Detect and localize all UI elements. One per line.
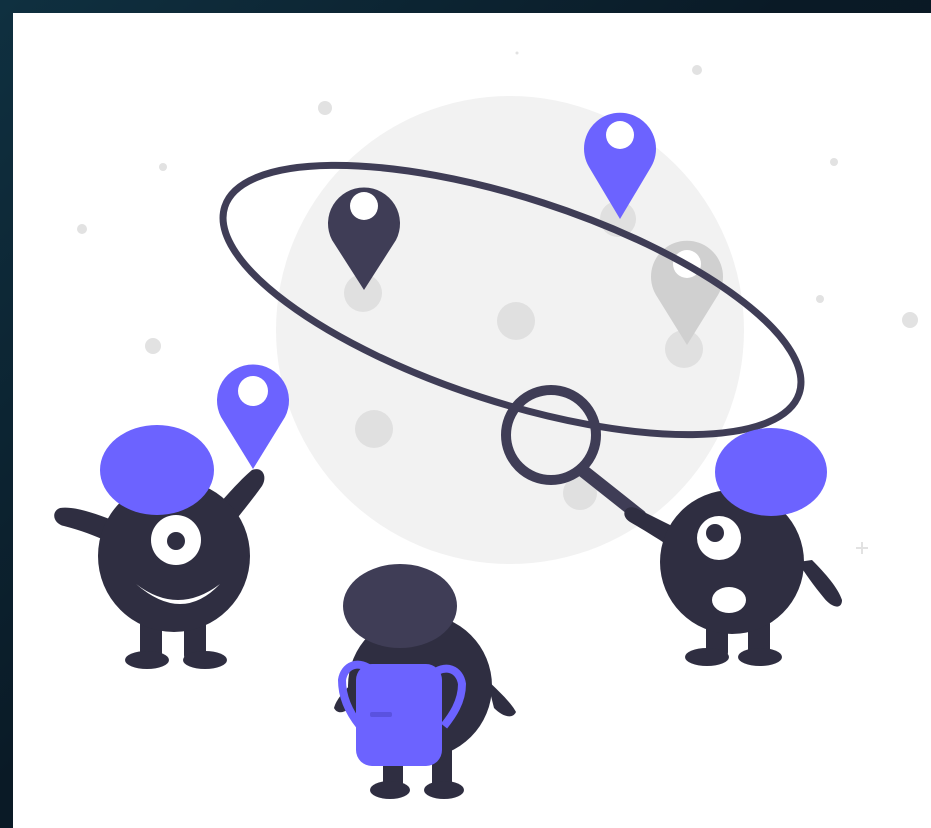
backpack-body	[356, 664, 442, 766]
foot	[183, 651, 227, 669]
hat	[715, 428, 827, 516]
character-left	[54, 364, 289, 669]
dot	[145, 338, 161, 354]
dot	[830, 158, 838, 166]
crater	[355, 410, 393, 448]
pupil	[706, 524, 724, 542]
pupil	[167, 532, 185, 550]
pin-hole	[606, 121, 634, 149]
dot	[159, 163, 167, 171]
foot	[424, 781, 464, 799]
foot	[685, 648, 729, 666]
plus-sparkle-icon	[856, 542, 868, 554]
screenshot-frame	[0, 0, 931, 828]
dot	[692, 65, 702, 75]
illustration	[54, 51, 918, 799]
crater	[497, 302, 535, 340]
arm	[798, 560, 842, 607]
dot	[318, 101, 332, 115]
foot	[370, 781, 410, 799]
foot	[738, 648, 782, 666]
foot	[125, 651, 169, 669]
dot	[902, 312, 918, 328]
character-middle	[334, 564, 516, 799]
dot	[515, 51, 519, 55]
held-pin	[217, 364, 289, 469]
pin-hole	[350, 192, 378, 220]
backpack-pocket	[370, 712, 392, 717]
hat	[100, 425, 214, 515]
mouth	[712, 587, 746, 613]
pin-hole	[238, 376, 268, 406]
dot	[77, 224, 87, 234]
illustration-card	[13, 13, 931, 828]
dot	[816, 295, 824, 303]
head-cap	[343, 564, 457, 648]
